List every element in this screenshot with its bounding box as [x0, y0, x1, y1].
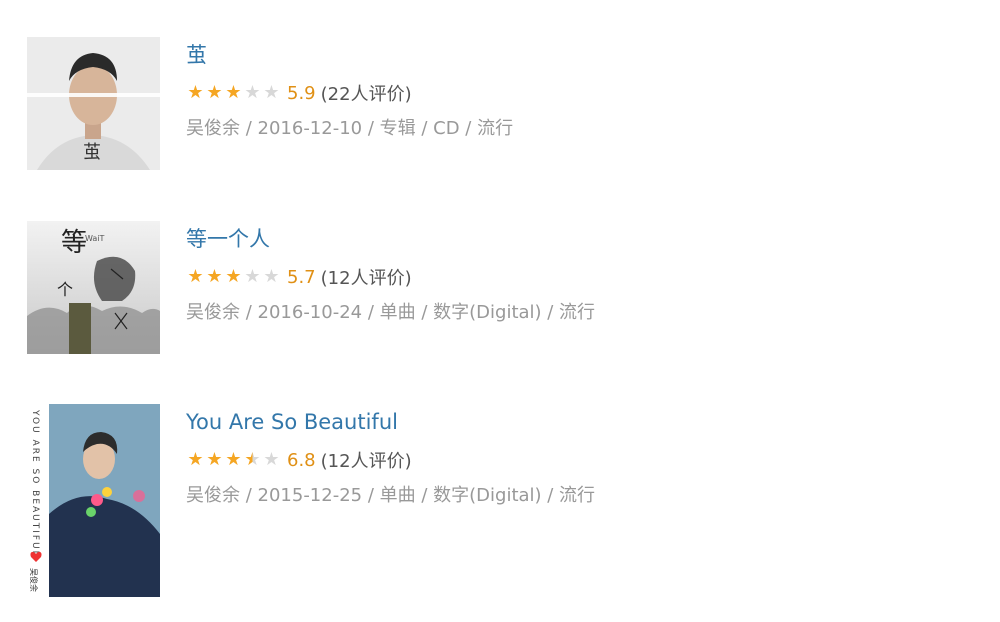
star-full-icon: ★ — [187, 82, 204, 103]
album-title-link[interactable]: 茧 — [186, 41, 513, 69]
star-full-icon: ★ — [187, 449, 204, 470]
rating-score: 5.9 — [287, 82, 316, 104]
star-empty-icon: ★ — [244, 266, 261, 287]
album-meta: 吴俊余 / 2016-10-24 / 单曲 / 数字(Digital) / 流行 — [186, 302, 596, 323]
rating-score: 6.8 — [287, 449, 316, 471]
star-rating: ★ ★ ★ ★ ★ — [186, 267, 281, 287]
album-cover[interactable]: 等 WaiT 个 — [27, 221, 160, 354]
star-full-icon: ★ — [206, 82, 223, 103]
album-meta: 吴俊余 / 2015-12-25 / 单曲 / 数字(Digital) / 流行 — [186, 485, 596, 506]
star-full-icon: ★ — [225, 449, 242, 470]
star-empty-icon: ★ — [263, 266, 280, 287]
star-full-icon: ★ — [187, 266, 204, 287]
star-rating: ★ ★ ★ ★ ★ — [186, 83, 281, 103]
star-full-icon: ★ — [206, 449, 223, 470]
cover-vertical-text: YOU ARE SO BEAUTIFUL — [30, 409, 40, 558]
album-info: 等一个人 ★ ★ ★ ★ ★ 5.7 (12人评价) 吴俊余 / 2016-10… — [186, 221, 595, 325]
star-rating: ★ ★ ★ ★ ★ — [186, 450, 281, 470]
album-info: You Are So Beautiful ★ ★ ★ ★ ★ 6.8 (12人评… — [186, 404, 595, 508]
star-half-icon: ★ — [244, 449, 261, 470]
album-title-link[interactable]: You Are So Beautiful — [186, 408, 595, 436]
rating-row: ★ ★ ★ ★ ★ 5.9 (22人评价) — [186, 81, 513, 106]
album-title-link[interactable]: 等一个人 — [186, 225, 595, 253]
album-meta: 吴俊余 / 2016-12-10 / 专辑 / CD / 流行 — [186, 118, 514, 139]
rating-votes: (12人评价) — [320, 451, 412, 472]
album-info: 茧 ★ ★ ★ ★ ★ 5.9 (22人评价) 吴俊余 / 2016-12-10… — [186, 37, 513, 141]
rating-score: 5.7 — [287, 266, 316, 288]
rating-votes: (12人评价) — [320, 268, 412, 289]
cover-title-text: 茧 — [83, 142, 101, 163]
cover-text-1: 等 — [61, 228, 87, 258]
album-cover[interactable]: YOU ARE SO BEAUTIFUL 吴俊余 — [27, 404, 160, 597]
cover-wait-text: WaiT — [85, 234, 105, 243]
cover-text-3: 个 — [57, 280, 73, 299]
cover-artist-text: 吴俊余 — [29, 568, 39, 592]
rating-votes: (22人评价) — [320, 84, 412, 105]
album-cover[interactable]: 茧 — [27, 37, 160, 170]
star-full-icon: ★ — [225, 82, 242, 103]
star-full-icon: ★ — [206, 266, 223, 287]
star-empty-icon: ★ — [263, 449, 280, 470]
star-full-icon: ★ — [225, 266, 242, 287]
rating-row: ★ ★ ★ ★ ★ 5.7 (12人评价) — [186, 265, 595, 290]
star-empty-icon: ★ — [263, 82, 280, 103]
star-empty-icon: ★ — [244, 82, 261, 103]
rating-row: ★ ★ ★ ★ ★ 6.8 (12人评价) — [186, 448, 595, 473]
